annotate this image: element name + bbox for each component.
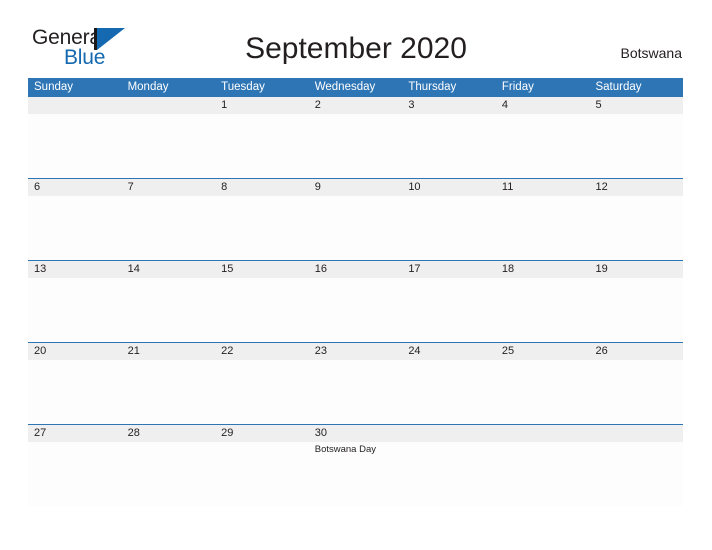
day-cell[interactable] (215, 196, 309, 260)
week-date-band: 6 7 8 9 10 11 12 (28, 178, 683, 196)
date-number[interactable]: 23 (309, 343, 403, 360)
date-number[interactable]: 29 (215, 425, 309, 442)
date-number[interactable]: 5 (589, 97, 683, 114)
date-number[interactable]: 28 (122, 425, 216, 442)
day-cell[interactable] (589, 114, 683, 178)
date-number[interactable]: 27 (28, 425, 122, 442)
week-date-band: 27 28 29 30 (28, 424, 683, 442)
dow-monday: Monday (127, 81, 169, 93)
day-cell[interactable] (589, 278, 683, 342)
date-number[interactable]: 26 (589, 343, 683, 360)
week-body-row (28, 196, 683, 260)
date-number[interactable]: 14 (122, 261, 216, 278)
day-cell[interactable] (402, 360, 496, 424)
date-number[interactable]: 24 (402, 343, 496, 360)
day-cell[interactable] (122, 360, 216, 424)
dow-tuesday: Tuesday (221, 81, 265, 93)
day-cell[interactable] (215, 114, 309, 178)
day-cell[interactable] (215, 360, 309, 424)
date-number[interactable] (496, 425, 590, 442)
date-number[interactable] (402, 425, 496, 442)
week-body-row (28, 114, 683, 178)
calendar-week-row: 1 2 3 4 5 (28, 96, 683, 178)
day-cell[interactable] (215, 278, 309, 342)
date-number[interactable] (589, 425, 683, 442)
day-cell[interactable] (309, 278, 403, 342)
region-label: Botswana (620, 45, 682, 61)
dow-friday: Friday (501, 81, 534, 93)
day-event: Botswana Day (314, 444, 376, 455)
date-number[interactable]: 20 (28, 343, 122, 360)
day-cell[interactable] (496, 278, 590, 342)
day-cell[interactable] (28, 360, 122, 424)
day-cell[interactable] (122, 442, 216, 506)
day-cell[interactable] (122, 114, 216, 178)
week-body-row: Botswana Day (28, 442, 683, 506)
day-cell[interactable] (402, 278, 496, 342)
day-cell[interactable] (589, 442, 683, 506)
date-number[interactable]: 21 (122, 343, 216, 360)
date-number[interactable]: 12 (589, 179, 683, 196)
week-date-band: 13 14 15 16 17 18 19 (28, 260, 683, 278)
date-number[interactable]: 16 (309, 261, 403, 278)
day-cell[interactable] (402, 114, 496, 178)
date-number[interactable]: 10 (402, 179, 496, 196)
day-cell[interactable] (589, 196, 683, 260)
calendar-week-row: 27 28 29 30 Botswana Day (28, 424, 683, 506)
week-date-band: 20 21 22 23 24 25 26 (28, 342, 683, 360)
date-number[interactable]: 2 (309, 97, 403, 114)
date-number[interactable]: 3 (402, 97, 496, 114)
day-cell[interactable] (496, 196, 590, 260)
calendar-week-row: 6 7 8 9 10 11 12 (28, 178, 683, 260)
calendar-week-row: 20 21 22 23 24 25 26 (28, 342, 683, 424)
page-header: General Blue September 2020 Botswana (0, 0, 712, 68)
date-number[interactable]: 11 (496, 179, 590, 196)
date-number[interactable]: 6 (28, 179, 122, 196)
day-cell[interactable] (496, 442, 590, 506)
day-of-week-header: Sunday Monday Tuesday Wednesday Thursday… (28, 78, 683, 96)
calendar-page: General Blue September 2020 Botswana Sun… (0, 0, 712, 550)
day-cell[interactable] (496, 360, 590, 424)
date-number[interactable]: 17 (402, 261, 496, 278)
date-number[interactable]: 4 (496, 97, 590, 114)
day-cell[interactable] (309, 360, 403, 424)
week-date-band: 1 2 3 4 5 (28, 96, 683, 114)
page-title: September 2020 (245, 32, 467, 65)
date-number[interactable]: 19 (589, 261, 683, 278)
date-number[interactable]: 9 (309, 179, 403, 196)
day-cell[interactable] (309, 114, 403, 178)
day-cell[interactable] (589, 360, 683, 424)
dow-saturday: Saturday (595, 81, 642, 93)
date-number[interactable]: 8 (215, 179, 309, 196)
day-cell[interactable] (402, 442, 496, 506)
date-number[interactable]: 18 (496, 261, 590, 278)
date-number[interactable] (122, 97, 216, 114)
date-number[interactable] (28, 97, 122, 114)
date-number[interactable]: 25 (496, 343, 590, 360)
dow-wednesday: Wednesday (314, 81, 376, 93)
day-cell[interactable] (28, 196, 122, 260)
date-number[interactable]: 7 (122, 179, 216, 196)
day-cell[interactable] (122, 278, 216, 342)
week-body-row (28, 360, 683, 424)
date-number[interactable]: 22 (215, 343, 309, 360)
day-cell[interactable] (28, 114, 122, 178)
day-cell[interactable] (309, 196, 403, 260)
day-cell[interactable] (122, 196, 216, 260)
day-cell[interactable] (215, 442, 309, 506)
day-cell[interactable] (402, 196, 496, 260)
date-number[interactable]: 30 (309, 425, 403, 442)
calendar-week-row: 13 14 15 16 17 18 19 (28, 260, 683, 342)
date-number[interactable]: 1 (215, 97, 309, 114)
dow-thursday: Thursday (408, 81, 457, 93)
date-number[interactable]: 15 (215, 261, 309, 278)
day-cell[interactable] (28, 442, 122, 506)
day-cell[interactable] (496, 114, 590, 178)
day-cell[interactable] (28, 278, 122, 342)
week-body-row (28, 278, 683, 342)
dow-sunday: Sunday (34, 81, 74, 93)
day-cell[interactable]: Botswana Day (309, 442, 403, 506)
calendar-grid: Sunday Monday Tuesday Wednesday Thursday… (28, 78, 683, 506)
date-number[interactable]: 13 (28, 261, 122, 278)
